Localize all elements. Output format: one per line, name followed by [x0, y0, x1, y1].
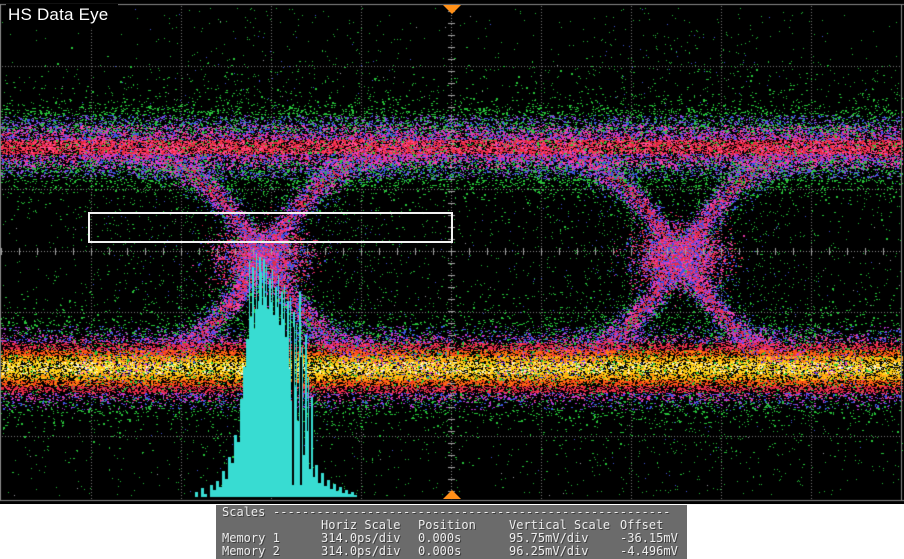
memory2-horiz-scale: 314.0ps/div: [321, 545, 400, 558]
waveform-display: HS Data Eye: [0, 0, 904, 504]
memory2-label: Memory 2: [222, 545, 280, 558]
trigger-marker-top-icon[interactable]: [443, 5, 461, 14]
memory2-offset: -4.496mV: [620, 545, 678, 558]
trigger-marker-bottom-icon[interactable]: [443, 490, 461, 499]
scales-panel: Scales ---------------------------------…: [216, 505, 687, 559]
eye-diagram-canvas[interactable]: [0, 0, 904, 504]
measurement-gate-box[interactable]: [88, 212, 453, 243]
page-title: HS Data Eye: [6, 4, 118, 28]
scales-section-label: Scales: [222, 506, 265, 519]
memory2-row: Memory 2 314.0ps/div 0.000s 96.25mV/div …: [216, 545, 687, 558]
memory2-vertical-scale: 96.25mV/div: [509, 545, 588, 558]
memory2-position: 0.000s: [418, 545, 461, 558]
